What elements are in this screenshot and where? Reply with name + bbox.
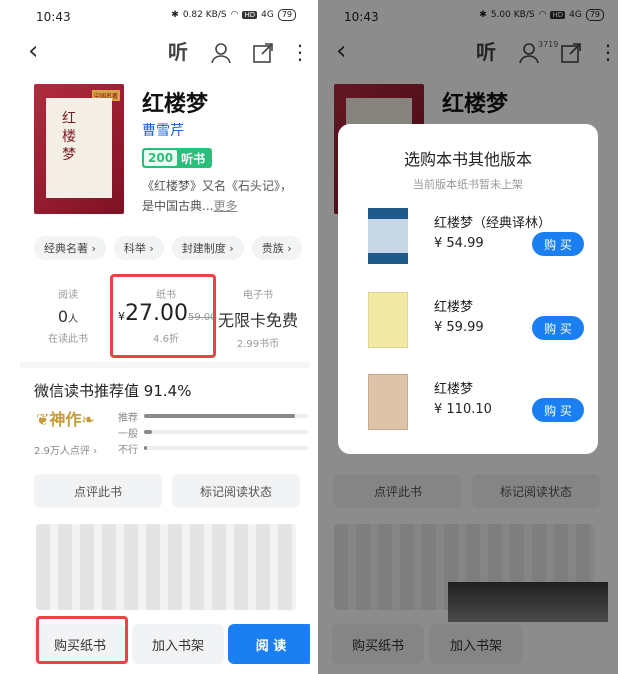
read-count[interactable]: 阅读 0人 在读此书	[20, 278, 116, 345]
divider	[20, 362, 310, 368]
recommend-title: 微信读书推荐值 91.4%	[34, 382, 192, 400]
buy-button[interactable]: 购 买	[532, 316, 584, 340]
speed-readout: 0.82 KB/S	[182, 10, 227, 20]
top-nav: ‹ 听 ⋮	[10, 34, 310, 70]
status-bar: 10:43 ✱ 0.82 KB/S ◠ HD 4G 79	[10, 0, 310, 32]
wifi-icon: ◠	[230, 10, 239, 20]
signal-icon: 4G	[261, 10, 274, 20]
add-to-shelf-button[interactable]: 加入书架	[132, 624, 224, 664]
status-time: 10:43	[36, 10, 71, 24]
book-author-link[interactable]: 曹雪芹	[142, 120, 184, 140]
back-icon[interactable]: ‹	[28, 38, 38, 64]
book-title: 红楼梦	[142, 92, 209, 117]
blurred-review-card	[36, 524, 296, 610]
tag-chip[interactable]: 科举 ›	[113, 236, 164, 260]
bluetooth-icon: ✱	[171, 10, 179, 20]
cover-title: 红楼梦	[62, 111, 76, 163]
listen-badge[interactable]: 200 听书	[142, 148, 212, 168]
tag-chip[interactable]: 贵族 ›	[251, 236, 302, 260]
hd-icon: HD	[242, 11, 258, 19]
tag-list: 经典名著 › 科举 › 封建制度 › 贵族 › 古	[34, 236, 310, 260]
rating-fill	[144, 430, 153, 434]
tag-chip[interactable]: 封建制度 ›	[171, 236, 244, 260]
edition-cover	[368, 292, 408, 348]
highlight-box-buy-button	[36, 616, 128, 664]
read-button[interactable]: 阅 读	[228, 624, 310, 664]
edition-item: 红楼梦（经典译林） ¥ 54.99 购 买	[368, 208, 588, 268]
review-book-button[interactable]: 点评此书	[34, 474, 162, 508]
buy-button[interactable]: 购 买	[532, 398, 584, 422]
book-intro: 《红楼梦》又名《石头记》，是中国古典...更多	[142, 179, 293, 213]
more-link[interactable]: 更多	[213, 199, 237, 213]
edition-picker-screen: 10:43 ✱ 5.00 KB/S ◠ HD 4G 79 ‹ 听 3719 ⋮ …	[318, 0, 618, 674]
book-detail-screen: 10:43 ✱ 0.82 KB/S ◠ HD 4G 79 ‹ 听 ⋮ 中国名著 …	[10, 0, 310, 674]
ebook-price[interactable]: 电子书 无限卡免费 2.99书币	[210, 278, 306, 350]
rating-fill	[144, 414, 295, 418]
buy-button[interactable]: 购 买	[532, 232, 584, 256]
rating-bars: 推荐 一般 不行	[118, 408, 308, 456]
listen-icon[interactable]: 听	[168, 42, 190, 64]
modal-subtitle: 当前版本纸书暂未上架	[413, 178, 523, 191]
review-count[interactable]: 2.9万人点评 ›	[34, 442, 97, 457]
book-cover: 中国名著 红楼梦	[34, 84, 124, 214]
edition-modal: 选购本书其他版本 当前版本纸书暂未上架 红楼梦（经典译林） ¥ 54.99 购 …	[338, 124, 598, 454]
user-icon[interactable]	[210, 42, 232, 64]
edition-item: 红楼梦 ¥ 59.99 购 买	[368, 292, 588, 352]
more-icon[interactable]: ⋮	[290, 42, 310, 64]
mark-status-button[interactable]: 标记阅读状态	[172, 474, 300, 508]
tag-chip[interactable]: 经典名著 ›	[34, 236, 106, 260]
highlight-box-paper-price	[110, 274, 216, 358]
edition-cover	[368, 208, 408, 264]
modal-title: 选购本书其他版本	[403, 150, 532, 169]
edition-cover	[368, 374, 408, 430]
rating-fill	[144, 446, 148, 450]
share-icon[interactable]	[252, 42, 274, 64]
battery-icon: 79	[277, 9, 296, 21]
edition-item: 红楼梦 ¥ 110.10 购 买	[368, 374, 588, 434]
laurel-badge: ❦神作❧	[36, 410, 95, 429]
